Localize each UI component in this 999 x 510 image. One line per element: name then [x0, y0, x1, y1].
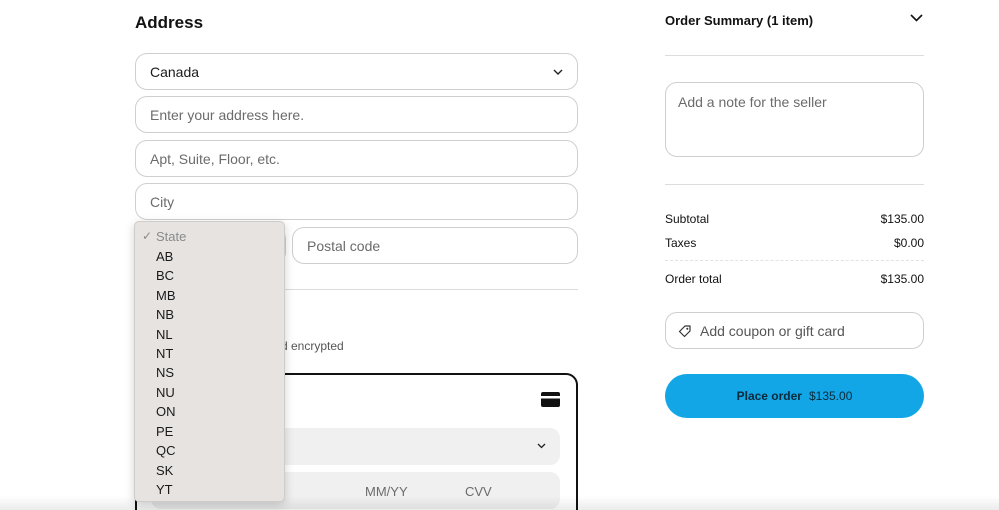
- state-option[interactable]: NL: [156, 327, 173, 343]
- order-summary-toggle[interactable]: Order Summary (1 item): [665, 13, 813, 28]
- seller-note-input[interactable]: Add a note for the seller: [665, 82, 924, 157]
- country-value: Canada: [150, 63, 200, 80]
- state-option[interactable]: AB: [156, 249, 173, 265]
- state-option[interactable]: NB: [156, 307, 174, 323]
- apt-input[interactable]: Apt, Suite, Floor, etc.: [135, 140, 578, 177]
- credit-card-icon: [541, 392, 560, 407]
- postal-placeholder: Postal code: [307, 237, 381, 254]
- taxes-value: $0.00: [893, 236, 924, 250]
- state-option[interactable]: PE: [156, 424, 173, 440]
- city-input[interactable]: City: [135, 183, 578, 220]
- chevron-down-icon: [537, 443, 546, 449]
- apt-placeholder: Apt, Suite, Floor, etc.: [150, 150, 280, 167]
- address-title: Address: [135, 13, 204, 32]
- place-order-button[interactable]: Place order $135.00: [665, 374, 924, 418]
- taxes-label: Taxes: [665, 236, 697, 250]
- city-placeholder: City: [150, 193, 175, 210]
- chevron-down-icon: [553, 69, 563, 75]
- address-input[interactable]: Enter your address here.: [135, 96, 578, 133]
- order-total-value: $135.00: [880, 272, 924, 286]
- state-option[interactable]: BC: [156, 268, 174, 284]
- subtotal-label: Subtotal: [665, 212, 710, 226]
- order-total-label: Order total: [665, 272, 722, 286]
- state-option[interactable]: NT: [156, 346, 173, 362]
- place-order-amount: $135.00: [808, 389, 853, 403]
- state-option[interactable]: NS: [156, 365, 174, 381]
- totals-divider: [665, 260, 924, 261]
- note-divider: [665, 184, 924, 185]
- state-dropdown-list[interactable]: ✓ State AB BC MB NB NL NT NS NU ON PE QC…: [134, 221, 285, 502]
- state-option[interactable]: State: [156, 229, 186, 245]
- coupon-label: Add coupon or gift card: [700, 322, 845, 339]
- country-select[interactable]: Canada: [135, 53, 578, 90]
- encrypted-note: d encrypted: [281, 339, 344, 353]
- subtotal-value: $135.00: [880, 212, 924, 226]
- postal-code-input[interactable]: Postal code: [292, 227, 578, 264]
- chevron-down-icon[interactable]: [910, 14, 923, 22]
- summary-divider: [665, 55, 924, 56]
- state-option[interactable]: SK: [156, 463, 173, 479]
- coupon-button[interactable]: Add coupon or gift card: [665, 312, 924, 349]
- place-order-label: Place order: [736, 389, 802, 403]
- state-option[interactable]: YT: [156, 482, 173, 498]
- seller-note-placeholder: Add a note for the seller: [678, 94, 827, 110]
- state-option[interactable]: NU: [156, 385, 175, 401]
- state-option[interactable]: ON: [156, 404, 176, 420]
- state-option[interactable]: MB: [156, 288, 176, 304]
- tag-icon: [678, 324, 692, 338]
- state-option[interactable]: QC: [156, 443, 176, 459]
- selected-check-icon: ✓: [142, 229, 153, 243]
- address-placeholder: Enter your address here.: [150, 106, 305, 123]
